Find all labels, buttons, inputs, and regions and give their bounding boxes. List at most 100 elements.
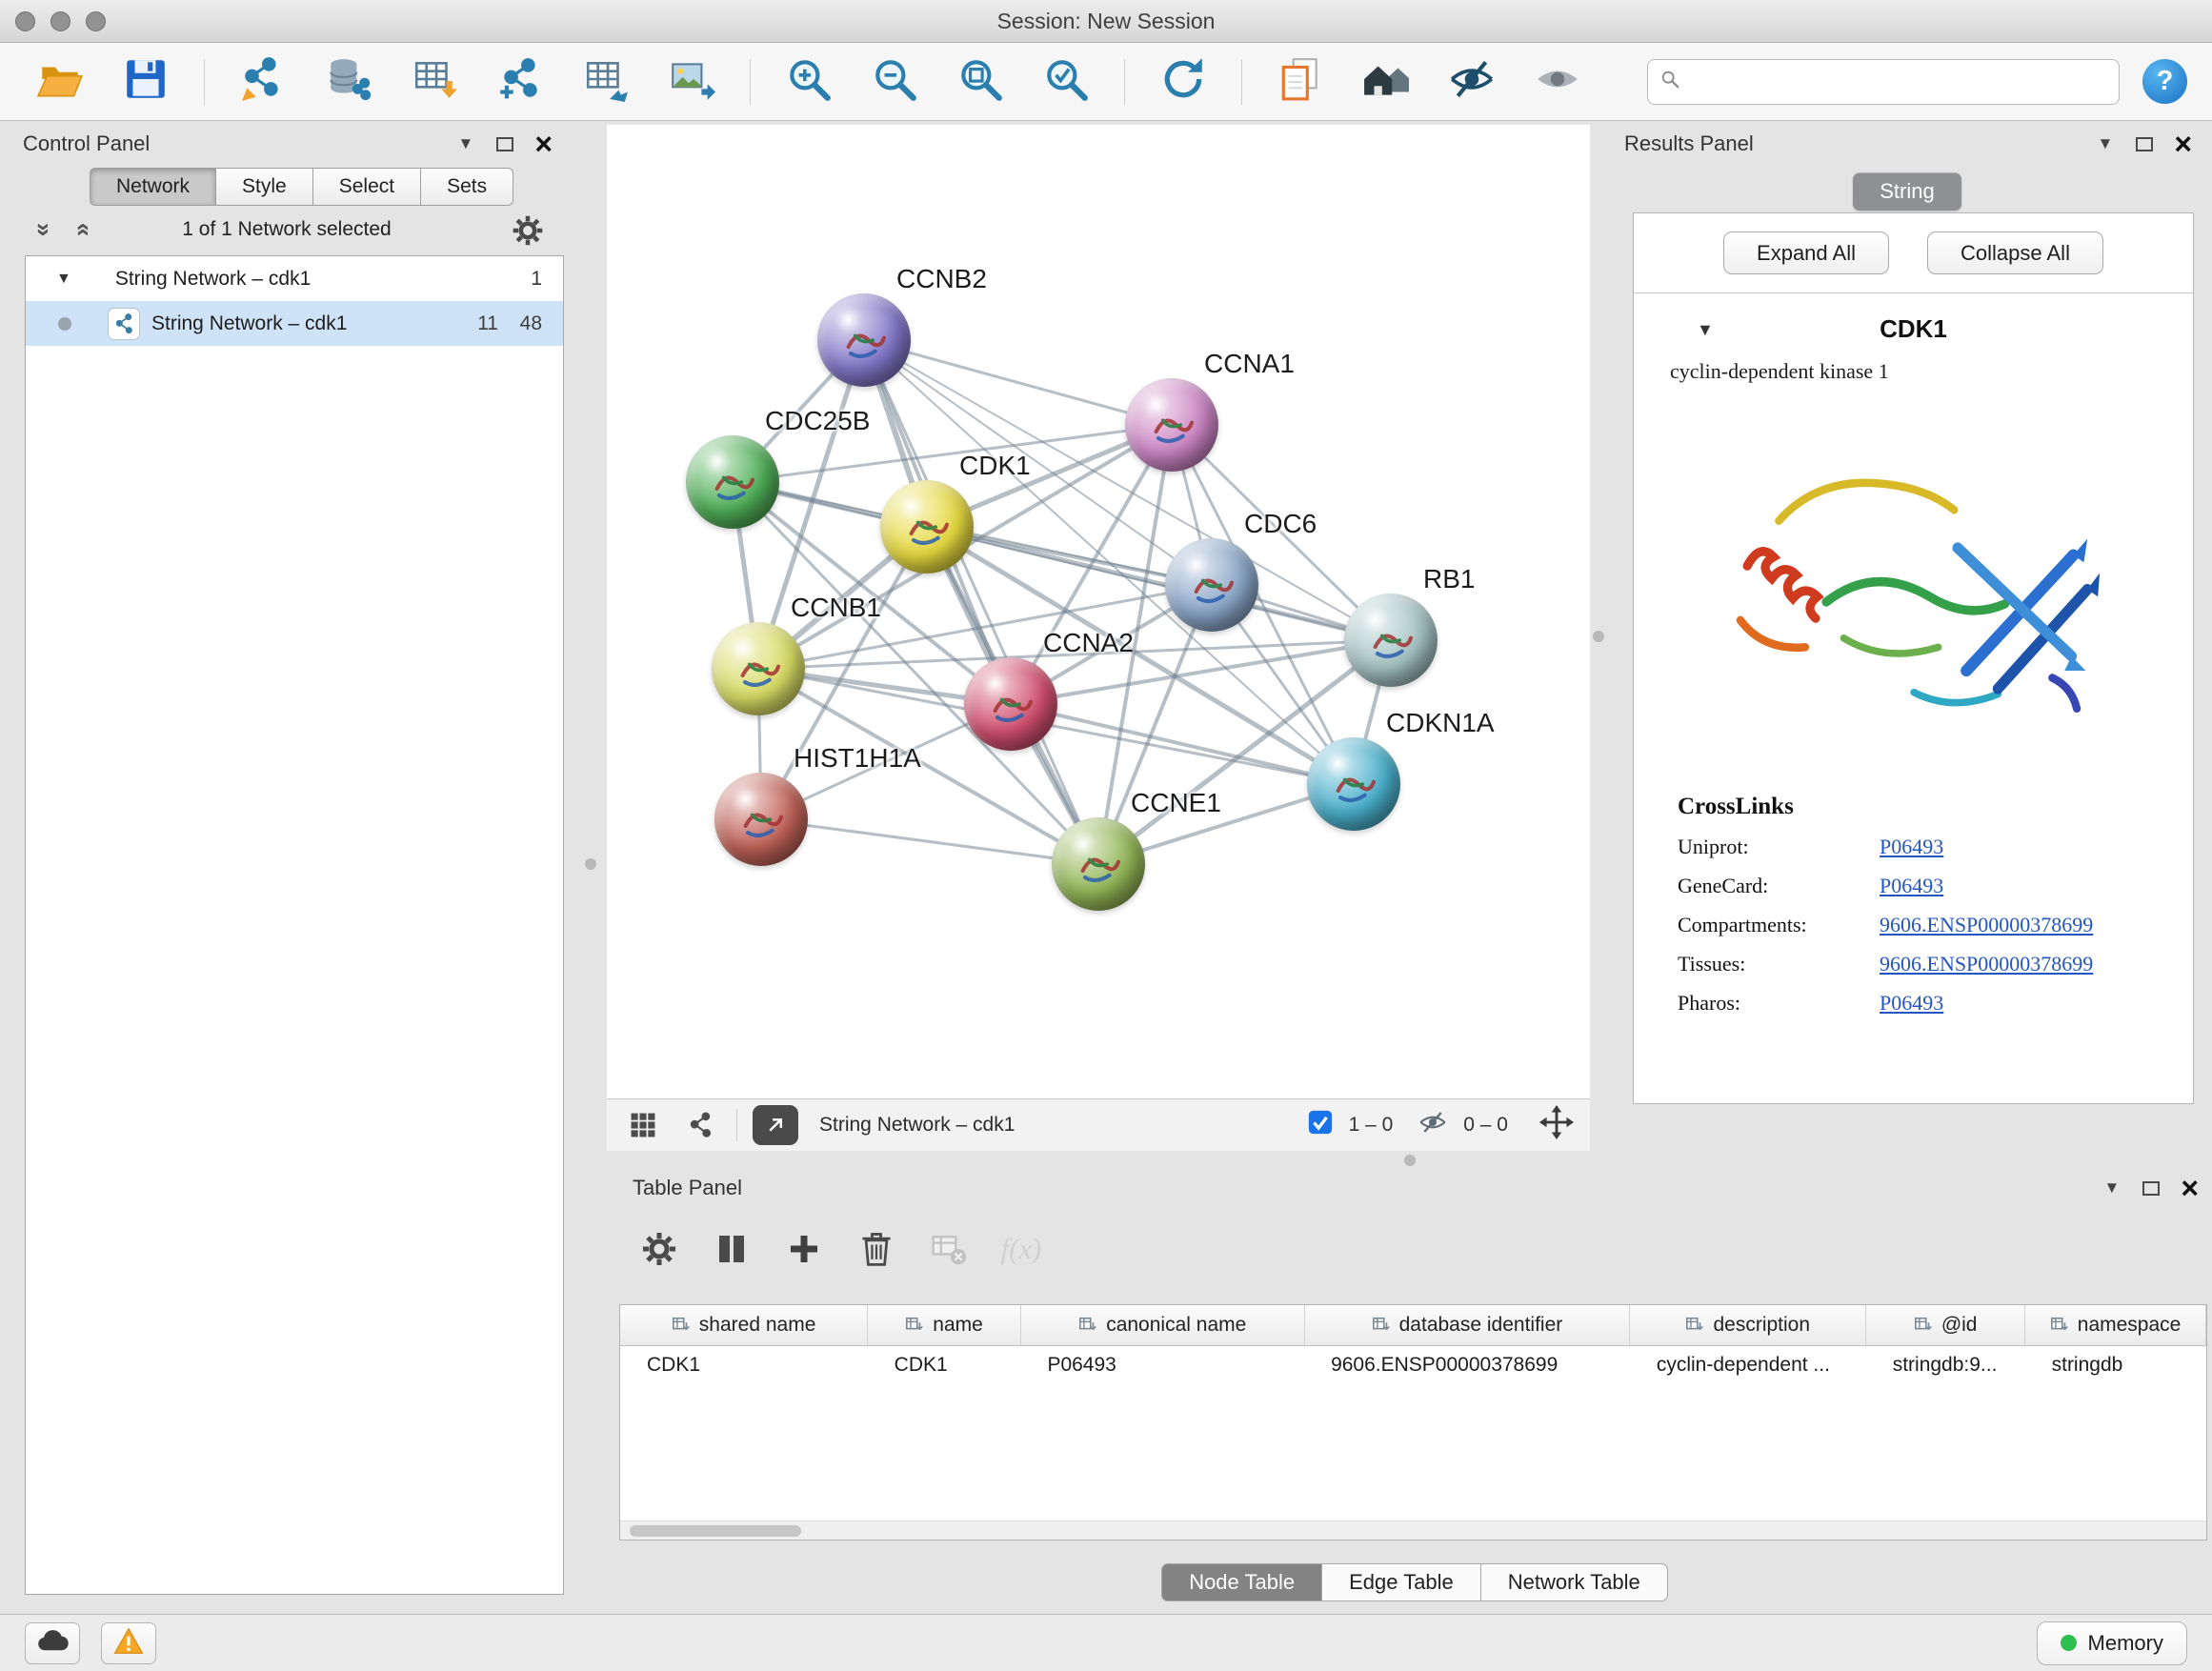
tab-style[interactable]: Style [216, 168, 313, 206]
search-box[interactable] [1647, 59, 2120, 105]
horizontal-scrollbar[interactable] [620, 1520, 2206, 1540]
table-settings-button[interactable] [640, 1230, 678, 1268]
new-network-button[interactable] [485, 50, 555, 113]
splitter-grip[interactable] [1404, 1155, 1416, 1166]
close-window-button[interactable] [15, 11, 35, 31]
gene-section-header[interactable]: ▼ CDK1 [1634, 293, 2193, 344]
close-panel-icon[interactable]: × [2181, 1173, 2199, 1203]
crosslink-link[interactable]: P06493 [1880, 874, 1943, 898]
tab-string[interactable]: String [1853, 172, 1961, 211]
column-header-namespace[interactable]: namespace [2025, 1305, 2206, 1345]
delete-column-button[interactable] [857, 1230, 895, 1268]
hide-selected-button[interactable] [1437, 50, 1507, 113]
network-collection-row[interactable]: ▼ String Network – cdk1 1 [26, 256, 563, 301]
open-session-button[interactable] [25, 50, 95, 113]
close-panel-icon[interactable]: × [534, 129, 553, 159]
network-edge[interactable] [927, 527, 1391, 640]
network-node-CDK1[interactable] [880, 480, 974, 574]
tab-node-table[interactable]: Node Table [1161, 1563, 1322, 1601]
panel-menu-icon[interactable]: ▼ [2097, 134, 2113, 153]
network-node-CCNB2[interactable] [817, 293, 911, 387]
network-node-CDC6[interactable] [1165, 538, 1258, 632]
panel-menu-icon[interactable]: ▼ [457, 134, 473, 153]
add-column-button[interactable] [785, 1230, 823, 1268]
column-header-description[interactable]: description [1630, 1305, 1866, 1345]
network-edge[interactable] [761, 819, 1098, 864]
column-header-canonical-name[interactable]: canonical name [1020, 1305, 1304, 1345]
crosslink-link[interactable]: P06493 [1880, 991, 1943, 1016]
network-node-CCNA1[interactable] [1125, 378, 1218, 472]
column-header-shared-name[interactable]: shared name [620, 1305, 868, 1345]
tab-network[interactable]: Network [90, 168, 216, 206]
crosslink-link[interactable]: 9606.ENSP00000378699 [1880, 913, 2093, 937]
pan-crosshair-icon[interactable] [1538, 1104, 1575, 1146]
float-panel-icon[interactable] [496, 137, 513, 151]
crosslink-link[interactable]: P06493 [1880, 835, 1943, 859]
expand-all-networks-icon[interactable]: » [70, 223, 94, 236]
tab-sets[interactable]: Sets [421, 168, 513, 206]
network-edge[interactable] [1011, 704, 1354, 784]
import-network-file-button[interactable] [228, 50, 298, 113]
expand-all-button[interactable]: Expand All [1723, 232, 1889, 274]
apply-layout-button[interactable] [1148, 50, 1218, 113]
column-header-database-identifier[interactable]: database identifier [1304, 1305, 1630, 1345]
gene-collapse-icon[interactable]: ▼ [1697, 320, 1714, 340]
save-session-button[interactable] [111, 50, 181, 113]
zoom-fit-button[interactable] [945, 50, 1016, 113]
network-canvas[interactable]: CCNB2CCNA1CDC25BCDK1CDC6RB1CCNB1CCNA2CDK… [607, 125, 1590, 1098]
network-node-HIST1H1A[interactable] [714, 773, 808, 866]
crosslink-row: Uniprot:P06493 [1678, 835, 2193, 859]
birdseye-view-button[interactable] [1351, 50, 1421, 113]
show-all-icon [1534, 55, 1581, 108]
network-node-RB1[interactable] [1344, 594, 1438, 687]
help-button[interactable]: ? [2142, 59, 2187, 104]
minimize-window-button[interactable] [50, 11, 70, 31]
collapse-all-networks-icon[interactable]: « [29, 223, 53, 236]
crosslink-link[interactable]: 9606.ENSP00000378699 [1880, 952, 2093, 976]
duplicate-network-button[interactable] [1265, 50, 1336, 113]
network-edge[interactable] [864, 340, 1098, 864]
selected-nodes-checkbox-icon[interactable] [1307, 1109, 1334, 1141]
network-node-CCNE1[interactable] [1052, 817, 1145, 911]
warnings-button[interactable] [101, 1622, 156, 1664]
table-row[interactable]: CDK1CDK1P064939606.ENSP00000378699cyclin… [620, 1345, 2206, 1385]
open-in-new-window-button[interactable] [753, 1105, 798, 1145]
new-table-button[interactable] [571, 50, 641, 113]
birdseye-toggle-icon[interactable] [622, 1106, 664, 1144]
search-input[interactable] [1690, 70, 2107, 93]
splitter-grip[interactable] [1593, 631, 1604, 642]
scrollbar-thumb[interactable] [630, 1525, 801, 1537]
zoom-in-button[interactable] [774, 50, 844, 113]
zoom-window-button[interactable] [86, 11, 106, 31]
export-image-button[interactable] [656, 50, 727, 113]
network-node-CDC25B[interactable] [686, 435, 779, 529]
import-network-database-button[interactable] [313, 50, 384, 113]
tree-expand-icon[interactable]: ▼ [56, 271, 71, 288]
float-panel-icon[interactable] [2136, 137, 2153, 151]
import-table-file-button[interactable] [399, 50, 470, 113]
column-header--id[interactable]: @id [1866, 1305, 2025, 1345]
network-overview-icon[interactable] [679, 1106, 721, 1144]
hidden-eye-slash-icon[interactable] [1418, 1107, 1448, 1143]
close-panel-icon[interactable]: × [2174, 129, 2192, 159]
network-node-CCNA2[interactable] [964, 657, 1057, 751]
network-node-CCNB1[interactable] [712, 622, 805, 715]
zoom-selected-button[interactable] [1031, 50, 1101, 113]
gene-name: CDK1 [1880, 314, 1947, 344]
network-row[interactable]: String Network – cdk1 11 48 [26, 301, 563, 346]
zoom-out-button[interactable] [859, 50, 930, 113]
collapse-all-button[interactable]: Collapse All [1927, 232, 2103, 274]
panel-menu-icon[interactable]: ▼ [2103, 1178, 2120, 1198]
tab-network-table[interactable]: Network Table [1481, 1563, 1668, 1601]
float-panel-icon[interactable] [2142, 1181, 2160, 1196]
tab-edge-table[interactable]: Edge Table [1322, 1563, 1481, 1601]
tab-select[interactable]: Select [313, 168, 421, 206]
show-columns-button[interactable] [713, 1230, 751, 1268]
show-all-button[interactable] [1522, 50, 1593, 113]
splitter-grip[interactable] [585, 858, 596, 870]
cloud-status-button[interactable] [25, 1622, 80, 1664]
network-node-CDKN1A[interactable] [1307, 737, 1400, 831]
network-options-gear-icon[interactable] [511, 213, 545, 248]
column-header-name[interactable]: name [868, 1305, 1021, 1345]
memory-button[interactable]: Memory [2037, 1621, 2187, 1665]
